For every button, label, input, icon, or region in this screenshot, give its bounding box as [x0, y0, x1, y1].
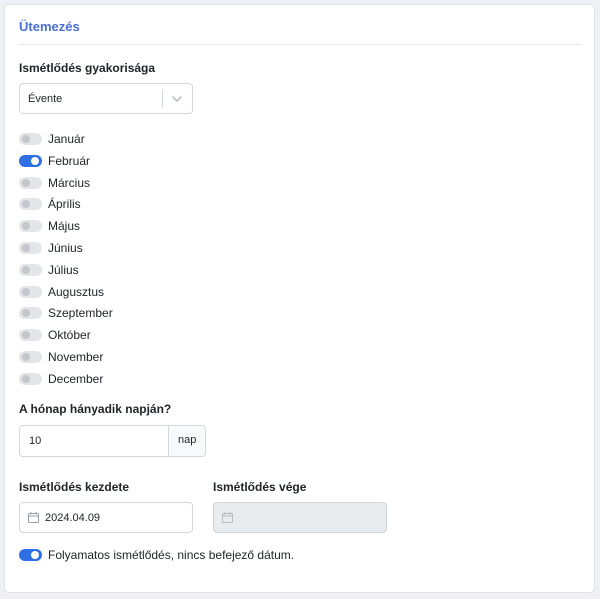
start-date-value: 2024.04.09: [45, 512, 101, 524]
month-toggle[interactable]: [19, 285, 42, 298]
schedule-card: Ütemezés Ismétlődés gyakorisága Évente J…: [4, 4, 595, 593]
day-label: A hónap hányadik napján?: [19, 402, 172, 416]
month-toggle[interactable]: [19, 154, 42, 167]
frequency-label: Ismétlődés gyakorisága: [19, 61, 156, 75]
month-toggle[interactable]: [19, 242, 42, 254]
month-label: Január: [48, 132, 85, 146]
month-toggle[interactable]: [19, 372, 42, 385]
month-toggle[interactable]: [19, 329, 42, 342]
frequency-selected-value: Évente: [28, 93, 63, 105]
end-date-label: Ismétlődés vége: [213, 480, 307, 494]
toggle-knob: [22, 309, 30, 318]
day-unit: nap: [178, 434, 197, 446]
toggle-knob: [22, 331, 30, 340]
month-label: November: [48, 350, 104, 364]
month-toggle[interactable]: [19, 307, 42, 320]
chevron-down-icon[interactable]: [170, 92, 184, 106]
continuous-label: Folyamatos ismétlődés, nincs befejező dá…: [48, 548, 295, 562]
month-toggle[interactable]: [19, 176, 42, 189]
toggle-knob: [22, 222, 30, 231]
toggle-knob: [31, 551, 39, 559]
toggle-knob: [22, 287, 30, 296]
continuous-toggle[interactable]: [19, 549, 42, 561]
calendar-icon: [28, 512, 39, 523]
month-label: Október: [48, 328, 91, 343]
toggle-knob: [22, 374, 30, 383]
month-label: Április: [48, 197, 81, 212]
month-label: Június: [48, 241, 83, 255]
month-label: Augusztus: [48, 284, 105, 299]
month-toggle[interactable]: [19, 263, 42, 276]
toggle-knob: [22, 353, 30, 361]
month-label: Szeptember: [48, 306, 113, 321]
toggle-knob: [22, 178, 30, 187]
month-label: Május: [48, 219, 81, 234]
month-label: December: [48, 371, 104, 386]
day-input-group: 10 nap: [19, 425, 206, 457]
start-date-input[interactable]: 2024.04.09: [19, 502, 193, 533]
day-input[interactable]: 10: [29, 435, 41, 447]
toggle-knob: [22, 135, 30, 143]
toggle-knob: [22, 265, 30, 274]
end-date-input[interactable]: [213, 502, 387, 533]
month-label: Március: [48, 175, 91, 190]
day-unit-addon: nap: [168, 426, 205, 456]
month-toggle[interactable]: [19, 220, 42, 233]
frequency-select[interactable]: Évente: [19, 83, 193, 114]
toggle-knob: [22, 200, 30, 209]
toggle-knob: [22, 244, 30, 252]
title-divider: [19, 44, 582, 45]
month-label: Február: [48, 153, 91, 168]
calendar-icon: [222, 512, 233, 523]
toggle-knob: [31, 156, 39, 165]
select-separator: [162, 90, 163, 108]
month-toggle[interactable]: [19, 133, 42, 145]
month-label: Július: [48, 262, 79, 277]
month-toggle[interactable]: [19, 351, 42, 363]
card-title: Ütemezés: [19, 19, 80, 34]
month-toggle[interactable]: [19, 198, 42, 211]
start-date-label: Ismétlődés kezdete: [19, 480, 130, 494]
